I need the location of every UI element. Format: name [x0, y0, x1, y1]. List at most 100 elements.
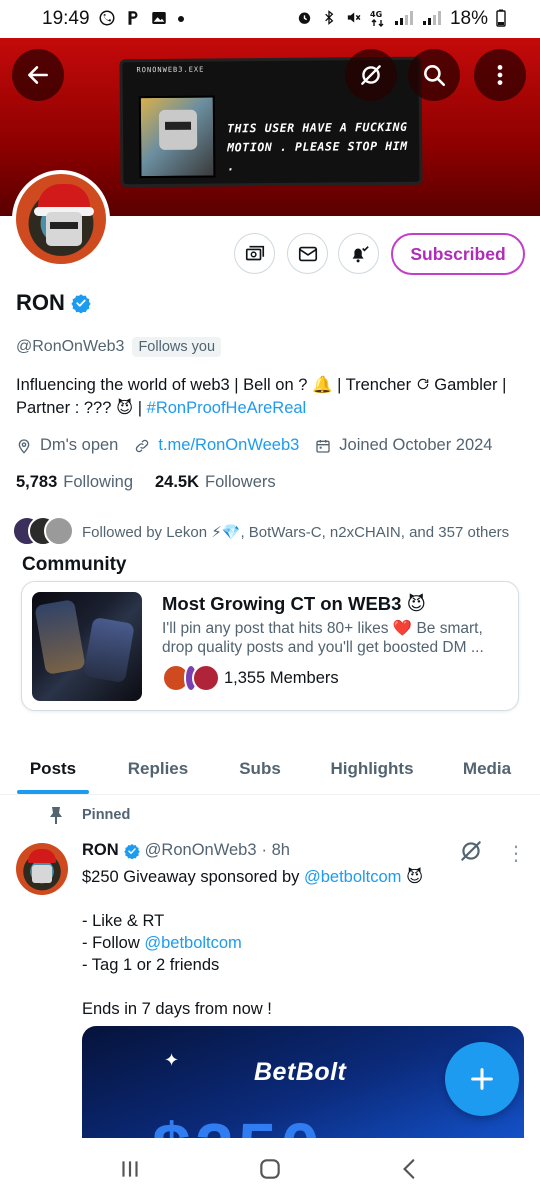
signal-icon — [394, 10, 414, 29]
tab-subs[interactable]: Subs — [210, 743, 310, 794]
community-members: 1,355 Members — [162, 664, 339, 692]
community-desc-line: I'll pin any post that hits 80+ likes ❤️… — [162, 620, 483, 637]
post-blank-line — [82, 976, 522, 998]
back-button[interactable] — [12, 49, 64, 101]
tab-replies[interactable]: Replies — [106, 743, 210, 794]
verified-badge-icon — [123, 843, 140, 859]
4g-icon: 4G — [370, 9, 386, 30]
tab-label: Replies — [127, 758, 189, 778]
home-icon[interactable] — [257, 1156, 283, 1182]
plus-icon — [471, 1068, 493, 1090]
grok-icon[interactable] — [458, 838, 484, 864]
followers-label: Followers — [205, 473, 276, 491]
joined-text: Joined October 2024 — [339, 436, 493, 454]
pinned-label-row: Pinned — [48, 806, 130, 824]
mute-icon — [345, 9, 362, 29]
followed-by-avatars — [12, 516, 74, 548]
mention-link[interactable]: @betboltcom — [304, 868, 401, 886]
subscribe-tip-button[interactable] — [234, 233, 275, 274]
clock: 19:49 — [42, 8, 90, 29]
follows-you-badge: Follows you — [132, 337, 222, 357]
system-nav-bar — [0, 1138, 540, 1200]
back-nav-icon[interactable] — [397, 1156, 423, 1182]
post-blank-line — [82, 888, 522, 910]
post-line: Ends in 7 days from now ! — [82, 1000, 272, 1018]
signal-icon — [422, 10, 442, 29]
message-button[interactable] — [287, 233, 328, 274]
post-author-avatar[interactable] — [16, 843, 68, 895]
tab-label: Subs — [239, 758, 281, 778]
community-card[interactable]: Most Growing CT on WEB3 😈 I'll pin any p… — [21, 581, 519, 711]
back-icon — [28, 66, 48, 84]
calendar-icon — [316, 439, 330, 453]
more-icon — [497, 65, 503, 85]
banner-window-title: RONONWEB3.EXE — [136, 65, 205, 75]
post-text: $250 Giveaway sponsored by @betboltcom 😈… — [82, 866, 522, 1020]
avatar — [192, 664, 220, 692]
post-more-icon[interactable]: ⋮ — [506, 844, 526, 864]
followed-by-row[interactable]: Followed by Lekon ⚡💎, BotWars-C, n2xCHAI… — [12, 516, 509, 548]
tab-label: Media — [462, 758, 512, 778]
battery-icon — [496, 9, 506, 30]
subscribed-button[interactable]: Subscribed — [391, 233, 525, 275]
post-line: - Follow @betboltcom — [82, 932, 522, 954]
avatar — [44, 516, 74, 546]
status-left: 19:49 — [42, 8, 186, 30]
svg-text:4G: 4G — [370, 10, 382, 19]
search-icon — [424, 65, 446, 87]
battery-text: 18% — [449, 8, 488, 29]
profile-avatar[interactable] — [12, 170, 110, 268]
display-name: RON — [16, 290, 65, 315]
dot-icon — [176, 12, 186, 27]
following-count: 5,783 — [16, 473, 58, 491]
status-bar: 19:49 4G 18% — [0, 0, 540, 38]
mention-link[interactable]: @betboltcom — [144, 934, 241, 952]
following-stat[interactable]: 5,783 Following — [16, 473, 133, 492]
post-author-name[interactable]: RON — [82, 841, 119, 860]
bio-hashtag-link[interactable]: #RonProofHeAreReal — [147, 399, 307, 417]
banner-art-image — [138, 95, 216, 179]
post-line-text: $250 Giveaway sponsored by — [82, 868, 304, 886]
profile-meta: Dm's open t.me/RonOnWeeb3 Joined October… — [16, 436, 509, 455]
grok-icon — [361, 65, 381, 85]
followers-count: 24.5K — [155, 473, 200, 491]
community-desc-line: drop quality posts and you'll get booste… — [162, 639, 484, 656]
compose-button[interactable] — [445, 1042, 519, 1116]
tab-posts[interactable]: Posts — [0, 743, 106, 794]
location-pin-icon — [18, 438, 30, 454]
tab-label: Posts — [29, 758, 77, 778]
community-description: I'll pin any post that hits 80+ likes ❤️… — [162, 619, 510, 657]
verified-badge-icon[interactable] — [71, 293, 91, 313]
grok-button[interactable] — [345, 49, 397, 101]
post-author-handle[interactable]: @RonOnWeb3 — [145, 841, 257, 860]
website-link[interactable]: t.me/RonOnWeeb3 — [158, 436, 299, 455]
gallery-icon — [150, 9, 168, 30]
followers-stat[interactable]: 24.5K Followers — [155, 473, 276, 492]
post-line-text: 😈 — [401, 868, 424, 886]
more-button[interactable] — [474, 49, 526, 101]
following-label: Following — [63, 473, 133, 491]
location-item: Dm's open — [16, 436, 118, 455]
website-item[interactable]: t.me/RonOnWeeb3 — [134, 436, 299, 455]
bio: Influencing the world of web3 | Bell on … — [16, 374, 526, 420]
bluetooth-icon — [321, 9, 337, 29]
money-icon — [245, 245, 264, 260]
post-line: - Like & RT — [82, 912, 165, 930]
post-line-text: - Follow — [82, 934, 145, 952]
tab-media[interactable]: Media — [434, 743, 540, 794]
recents-icon[interactable] — [117, 1156, 143, 1182]
media-amount-text: $250 — [152, 1108, 324, 1138]
profile-tabs: Posts Replies Subs Highlights Media — [0, 743, 540, 795]
community-thumbnail — [32, 592, 142, 701]
follow-stats: 5,783 Following 24.5K Followers — [16, 473, 276, 492]
tab-label: Highlights — [330, 758, 414, 778]
status-right: 4G 18% — [296, 8, 506, 30]
tab-highlights[interactable]: Highlights — [310, 743, 434, 794]
post-time[interactable]: · 8h — [262, 841, 290, 860]
post-line: $250 Giveaway sponsored by @betboltcom 😈 — [82, 866, 522, 888]
member-avatars — [162, 664, 220, 692]
community-heading: Community — [22, 554, 127, 575]
search-button[interactable] — [408, 49, 460, 101]
notifications-button[interactable] — [338, 233, 379, 274]
pin-icon — [50, 807, 62, 824]
